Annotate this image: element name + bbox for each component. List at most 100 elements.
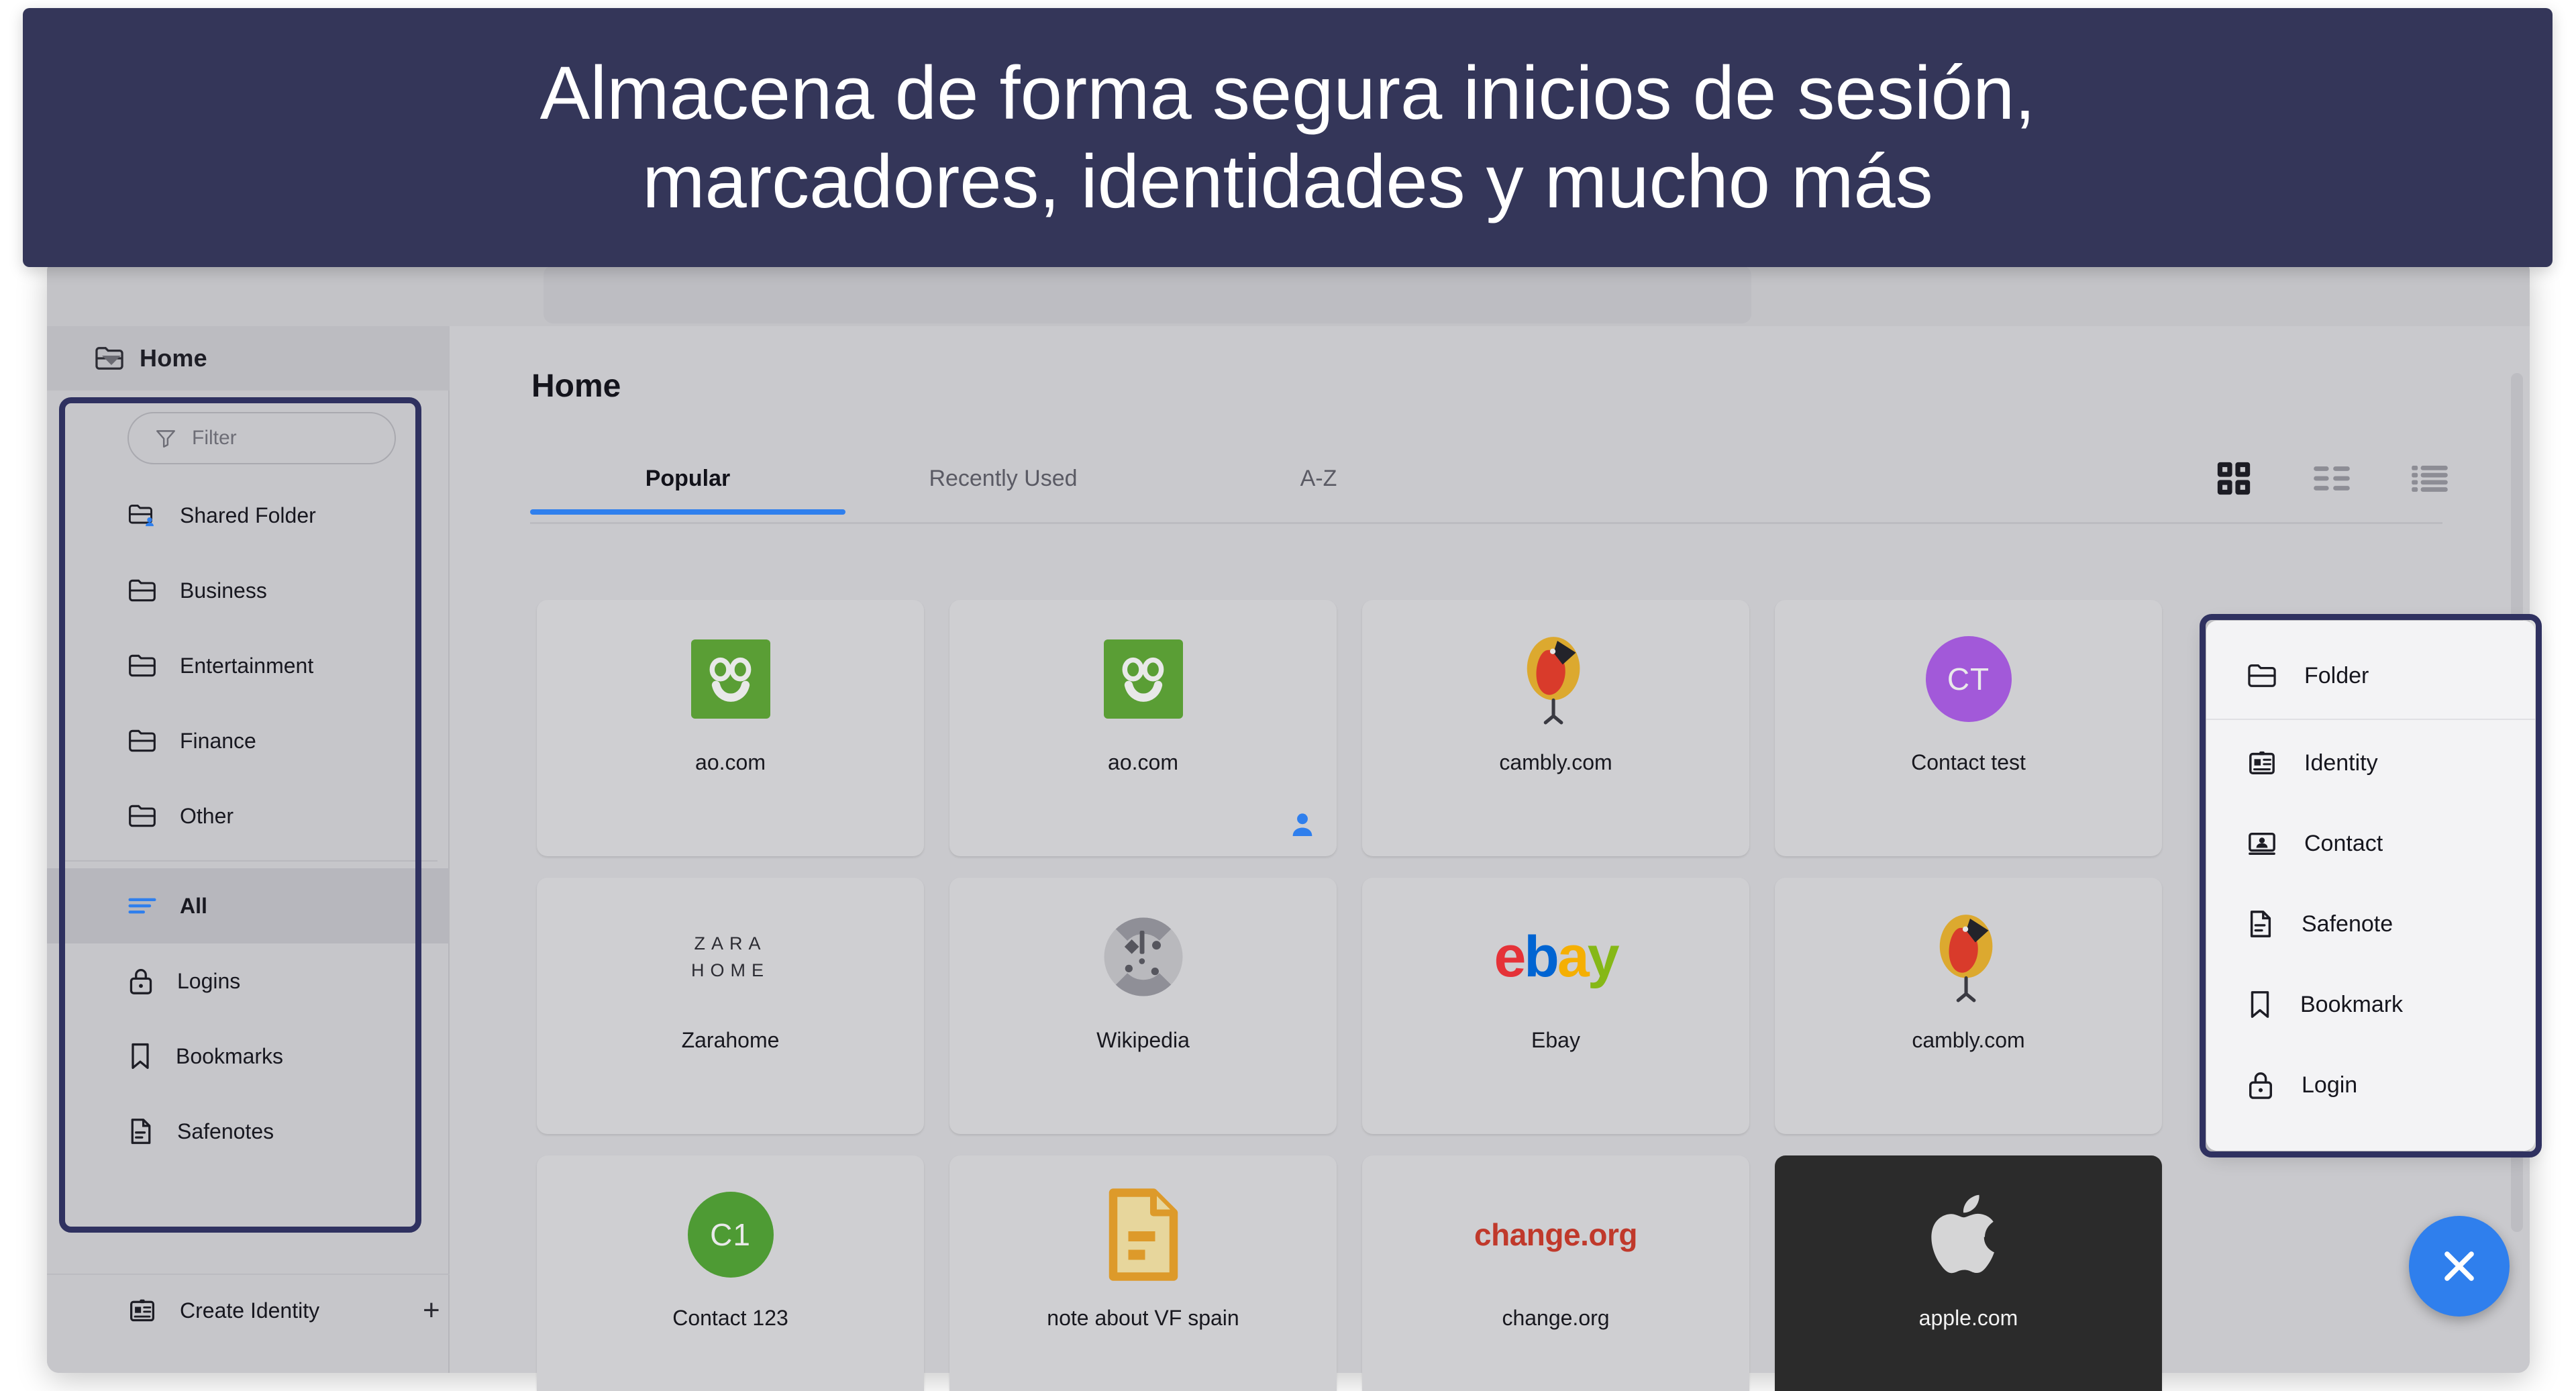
- grid-view-icon[interactable]: [2214, 459, 2253, 498]
- filter-input[interactable]: Filter: [127, 412, 396, 464]
- identity-card-icon: [127, 1297, 157, 1324]
- zarahome-logo: ZARA HOME: [537, 890, 924, 1024]
- ao-logo: [537, 612, 924, 746]
- safenote-logo: [949, 1168, 1337, 1302]
- create-identity-button[interactable]: Create Identity +: [47, 1274, 450, 1346]
- zarahome-line2: HOME: [691, 960, 770, 980]
- sidebar-item-bookmarks[interactable]: Bookmarks: [47, 1019, 450, 1094]
- promo-banner-line1: Almacena de forma segura inicios de sesi…: [539, 50, 2036, 135]
- folder-icon: [127, 652, 157, 679]
- detail-list-view-icon[interactable]: [2410, 462, 2449, 495]
- grid-card[interactable]: cambly.com: [1775, 878, 2162, 1134]
- sidebar-item-label: All: [180, 893, 207, 918]
- grid-card[interactable]: C1 Contact 123: [537, 1155, 924, 1391]
- sidebar-item-safenotes[interactable]: Safenotes: [47, 1094, 450, 1169]
- grid-card[interactable]: ao.com: [949, 600, 1337, 856]
- promo-banner: Almacena de forma segura inicios de sesi…: [23, 8, 2553, 267]
- lock-icon: [127, 966, 154, 996]
- contact-card-icon: [2247, 829, 2277, 858]
- screenshot-root: Home Filter Shared Folder Business Enter…: [0, 0, 2576, 1391]
- bookmark-icon: [127, 1041, 153, 1071]
- sidebar-item-all[interactable]: All: [47, 868, 450, 943]
- folder-icon: [127, 577, 157, 604]
- filter-placeholder: Filter: [192, 427, 237, 449]
- sidebar-home-row[interactable]: Home: [47, 326, 450, 391]
- card-label: Ebay: [1531, 1028, 1580, 1052]
- card-label: Zarahome: [681, 1028, 780, 1052]
- app-search-bar[interactable]: [544, 266, 1751, 323]
- create-item-menu: Folder Identity Contact Safenote Bookmar…: [2206, 621, 2535, 1151]
- promo-banner-text: Almacena de forma segura inicios de sesi…: [540, 49, 2036, 226]
- avatar-initials: CT: [1925, 636, 2012, 722]
- sidebar-item-logins[interactable]: Logins: [47, 943, 450, 1019]
- avatar-initials: C1: [687, 1192, 774, 1278]
- view-toggle-group: [2214, 459, 2449, 498]
- sidebar-item-other[interactable]: Other: [47, 778, 450, 854]
- sidebar-folder-list: Shared Folder Business Entertainment Fin…: [47, 478, 450, 1169]
- menu-item-safenote[interactable]: Safenote: [2206, 884, 2535, 964]
- menu-item-contact[interactable]: Contact: [2206, 803, 2535, 884]
- menu-item-label: Bookmark: [2300, 991, 2404, 1017]
- tab-a-z[interactable]: A-Z: [1161, 466, 1476, 515]
- menu-item-identity[interactable]: Identity: [2206, 723, 2535, 803]
- sidebar-item-entertainment[interactable]: Entertainment: [47, 628, 450, 703]
- ct-avatar: CT: [1775, 612, 2162, 746]
- menu-item-folder[interactable]: Folder: [2206, 635, 2535, 716]
- menu-item-label: Folder: [2304, 662, 2369, 688]
- list-lines-icon: [127, 896, 157, 916]
- menu-separator: [2206, 719, 2535, 720]
- page-title: Home: [531, 368, 621, 404]
- card-label: apple.com: [1918, 1306, 2018, 1330]
- close-fab-button[interactable]: [2409, 1216, 2510, 1317]
- sidebar-item-shared-folder[interactable]: Shared Folder: [47, 478, 450, 553]
- tab-recently-used[interactable]: Recently Used: [845, 466, 1161, 515]
- card-label: Wikipedia: [1096, 1028, 1190, 1052]
- menu-item-login[interactable]: Login: [2206, 1045, 2535, 1125]
- tab-label: Recently Used: [929, 466, 1078, 491]
- tab-label: Popular: [645, 466, 731, 491]
- cambly-logo: [1362, 612, 1749, 746]
- card-label: Contact test: [1911, 750, 2026, 774]
- card-label: Contact 123: [672, 1306, 788, 1330]
- grid-card[interactable]: ZARA HOME Zarahome: [537, 878, 924, 1134]
- grid-card[interactable]: ao.com: [537, 600, 924, 856]
- filter-icon: [154, 427, 177, 450]
- grid-card[interactable]: note about VF spain: [949, 1155, 1337, 1391]
- zarahome-line1: ZARA: [694, 933, 767, 954]
- grid-card[interactable]: Wikipedia: [949, 878, 1337, 1134]
- card-label: ao.com: [1108, 750, 1178, 774]
- menu-item-bookmark[interactable]: Bookmark: [2206, 964, 2535, 1045]
- sidebar-divider: [59, 860, 437, 862]
- chevron-down-icon[interactable]: [102, 356, 121, 365]
- card-label: change.org: [1502, 1306, 1610, 1330]
- close-icon: [2438, 1245, 2480, 1287]
- medium-list-view-icon[interactable]: [2312, 462, 2351, 495]
- plus-icon[interactable]: +: [423, 1296, 440, 1325]
- menu-item-label: Identity: [2304, 750, 2378, 776]
- tab-bar-divider: [530, 522, 2442, 524]
- ao-logo: [949, 612, 1337, 746]
- grid-card[interactable]: cambly.com: [1362, 600, 1749, 856]
- tab-popular[interactable]: Popular: [530, 466, 845, 515]
- cambly-logo: [1775, 890, 2162, 1024]
- bookmark-icon: [2247, 989, 2273, 1020]
- c1-avatar: C1: [537, 1168, 924, 1302]
- changeorg-logo: change.org: [1362, 1168, 1749, 1302]
- grid-card[interactable]: CT Contact test: [1775, 600, 2162, 856]
- identity-card-icon: [2247, 749, 2277, 777]
- sidebar-item-finance[interactable]: Finance: [47, 703, 450, 778]
- item-grid: ao.com ao.com cambly.com CT Contact test…: [537, 600, 2162, 1391]
- menu-item-label: Safenote: [2302, 911, 2393, 937]
- sidebar-item-business[interactable]: Business: [47, 553, 450, 628]
- grid-card[interactable]: apple.com: [1775, 1155, 2162, 1391]
- folder-icon: [127, 727, 157, 754]
- sidebar-item-label: Other: [180, 803, 234, 828]
- card-label: note about VF spain: [1047, 1306, 1239, 1330]
- sidebar-item-label: Shared Folder: [180, 503, 316, 527]
- grid-card[interactable]: change.org change.org: [1362, 1155, 1749, 1391]
- sidebar: Home Filter Shared Folder Business Enter…: [47, 326, 495, 1373]
- note-icon: [2247, 909, 2275, 939]
- folder-icon: [2247, 662, 2277, 689]
- app-topbar: [47, 259, 2530, 326]
- grid-card[interactable]: ebay Ebay: [1362, 878, 1749, 1134]
